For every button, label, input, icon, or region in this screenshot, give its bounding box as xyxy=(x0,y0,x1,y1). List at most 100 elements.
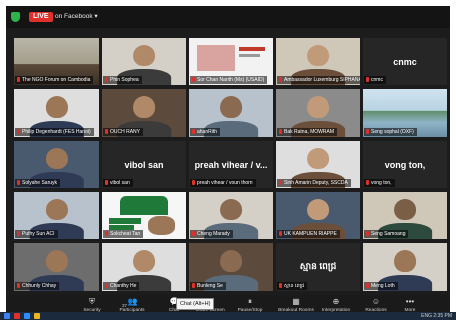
globe-icon: ⊕ xyxy=(332,297,340,306)
participant-name: Solyahe Saruyk xyxy=(22,180,58,186)
participant-tile[interactable]: ស្មាន ពេជ្រ ស្មាន ពេជ្រ xyxy=(276,243,360,291)
start-icon[interactable] xyxy=(4,313,10,319)
participant-tile[interactable]: Philip Degenhardt (FES Hanoi) xyxy=(14,89,99,137)
participant-name-label: vong ton, xyxy=(364,179,395,187)
mic-muted-icon xyxy=(17,231,20,236)
shield-icon[interactable] xyxy=(11,12,20,22)
participant-name-label: ahanRith xyxy=(190,128,221,136)
stream-target[interactable]: on Facebook ▾ xyxy=(55,12,98,22)
participant-name: Sor Chan Narith (Ms) (USAID) xyxy=(197,77,265,83)
participant-name-label: Solyahe Saruyk xyxy=(15,179,61,187)
participant-tile[interactable]: Meng Loth xyxy=(363,243,447,291)
mic-muted-icon xyxy=(192,180,195,185)
person-head xyxy=(133,249,155,272)
mic-muted-icon xyxy=(105,231,108,236)
person-head xyxy=(307,198,329,221)
participant-name-label: OUCH RANY xyxy=(103,128,144,136)
participant-tile[interactable]: The NGO Forum on Cambodia xyxy=(14,38,99,85)
participant-tile[interactable]: Phin Sophea xyxy=(102,38,186,85)
participant-name: Chhunly Chhay xyxy=(22,283,57,289)
participant-tile[interactable]: UK KAMPUEN RIAPPE xyxy=(276,192,360,239)
person-head xyxy=(133,95,155,118)
folder-icon[interactable] xyxy=(34,313,40,319)
participant-tile[interactable]: OUCH RANY xyxy=(102,89,186,137)
person-head xyxy=(45,198,68,221)
mic-muted-icon xyxy=(279,129,282,134)
person-head xyxy=(45,95,68,118)
smile-icon: ☺ xyxy=(371,297,381,306)
participant-name-label: Bunleng Se xyxy=(190,282,226,290)
participant-name: ahanRith xyxy=(197,129,218,135)
top-bar: LIVE on Facebook ▾ xyxy=(6,6,450,28)
participant-name: Philip Degenhardt (FES Hanoi) xyxy=(22,129,91,135)
participant-tile[interactable]: Solyahe Saruyk xyxy=(14,141,99,188)
participant-name: Ambassador Luxemburg SIPHANA xyxy=(284,77,360,83)
participant-name: Bak Ratna, MOWRAM xyxy=(284,129,335,135)
participant-name-label: cnmc xyxy=(364,76,386,84)
participant-tile[interactable]: Cheng Marady xyxy=(189,192,273,239)
person-head xyxy=(307,95,329,118)
participant-tile[interactable]: Bunleng Se xyxy=(189,243,273,291)
participant-name: Cheng Marady xyxy=(197,231,230,237)
participant-tile[interactable]: preah vihear / v... preah vihear / voun t… xyxy=(189,141,273,188)
participant-name-label: Philip Degenhardt (FES Hanoi) xyxy=(15,128,94,136)
participant-tile[interactable]: Puthy Sun ACI xyxy=(14,192,99,239)
participant-name-label: Meng Loth xyxy=(364,282,398,290)
mic-muted-icon xyxy=(366,77,369,82)
participant-name: Chanthy He xyxy=(110,283,137,289)
participant-name-label: Chhunly Chhay xyxy=(15,282,60,290)
mic-muted-icon xyxy=(192,77,195,82)
participant-name-label: Sinh Amarin Deputy, SSCDA xyxy=(277,179,351,187)
mic-muted-icon xyxy=(192,283,195,288)
participant-name: UK KAMPUEN RIAPPE xyxy=(284,231,337,237)
participant-name-label: Cheng Marady xyxy=(190,230,233,238)
participant-name: Sinh Amarin Deputy, SSCDA xyxy=(284,180,348,186)
participant-name: Bunleng Se xyxy=(197,283,223,289)
participant-name: vong ton, xyxy=(371,180,392,186)
participant-tile[interactable]: Chanthy He xyxy=(102,243,186,291)
participant-tile[interactable]: vong ton, vong ton, xyxy=(363,141,447,188)
zoom-app-icon[interactable] xyxy=(24,313,30,319)
participant-name-label: ស្មាន ពេជ្រ xyxy=(277,282,308,290)
person-head xyxy=(220,249,242,272)
participant-name: Seng Samoang xyxy=(371,231,406,237)
os-taskbar: ENG 2:35 PM xyxy=(0,312,456,320)
participant-tile[interactable]: Sokcheat Tan xyxy=(102,192,186,239)
people-icon: 👥 xyxy=(127,297,138,306)
participant-tile[interactable]: Seng Samoang xyxy=(363,192,447,239)
video-grid: The NGO Forum on Cambodia Phin Sophea Sor … xyxy=(6,6,450,318)
participant-tile[interactable]: vibol san vibol san xyxy=(102,141,186,188)
participant-name: Meng Loth xyxy=(371,283,395,289)
participant-tile[interactable]: cnmc cnmc xyxy=(363,38,447,85)
participant-tile[interactable]: ahanRith xyxy=(189,89,273,137)
participant-name-label: UK KAMPUEN RIAPPE xyxy=(277,230,340,238)
mic-muted-icon xyxy=(105,77,108,82)
shield-icon: ⛨ xyxy=(89,297,95,306)
zoom-window: The NGO Forum on Cambodia Phin Sophea Sor … xyxy=(6,6,450,318)
participant-tile[interactable]: Ambassador Luxemburg SIPHANA xyxy=(276,38,360,85)
participant-name: preah vihear / voun thorn xyxy=(197,180,253,186)
participant-tile[interactable]: Seng sophal (OXF) xyxy=(363,89,447,137)
live-badge[interactable]: LIVE xyxy=(29,12,53,22)
person-head xyxy=(307,44,329,67)
grid-icon: ▦ xyxy=(292,297,300,306)
mic-muted-icon xyxy=(366,129,369,134)
participant-name-label: vibol san xyxy=(103,179,133,187)
mic-muted-icon xyxy=(105,129,108,134)
mic-muted-icon xyxy=(105,283,108,288)
participant-tile[interactable]: Sor Chan Narith (Ms) (USAID) xyxy=(189,38,273,85)
mic-muted-icon xyxy=(17,180,20,185)
participant-name-label: Ambassador Luxemburg SIPHANA xyxy=(277,76,360,84)
participant-tile[interactable]: Chhunly Chhay xyxy=(14,243,99,291)
person-head xyxy=(45,249,68,272)
mic-muted-icon xyxy=(279,180,282,185)
app-icon[interactable] xyxy=(14,313,20,319)
participant-tile[interactable]: Sinh Amarin Deputy, SSCDA xyxy=(276,141,360,188)
participant-name-label: Phin Sophea xyxy=(103,76,142,84)
mic-muted-icon xyxy=(366,283,369,288)
participant-name: ស្មាន ពេជ្រ xyxy=(284,283,305,289)
person-head xyxy=(220,198,242,221)
participant-tile[interactable]: Bak Ratna, MOWRAM xyxy=(276,89,360,137)
mic-muted-icon xyxy=(366,180,369,185)
mic-muted-icon xyxy=(105,180,108,185)
